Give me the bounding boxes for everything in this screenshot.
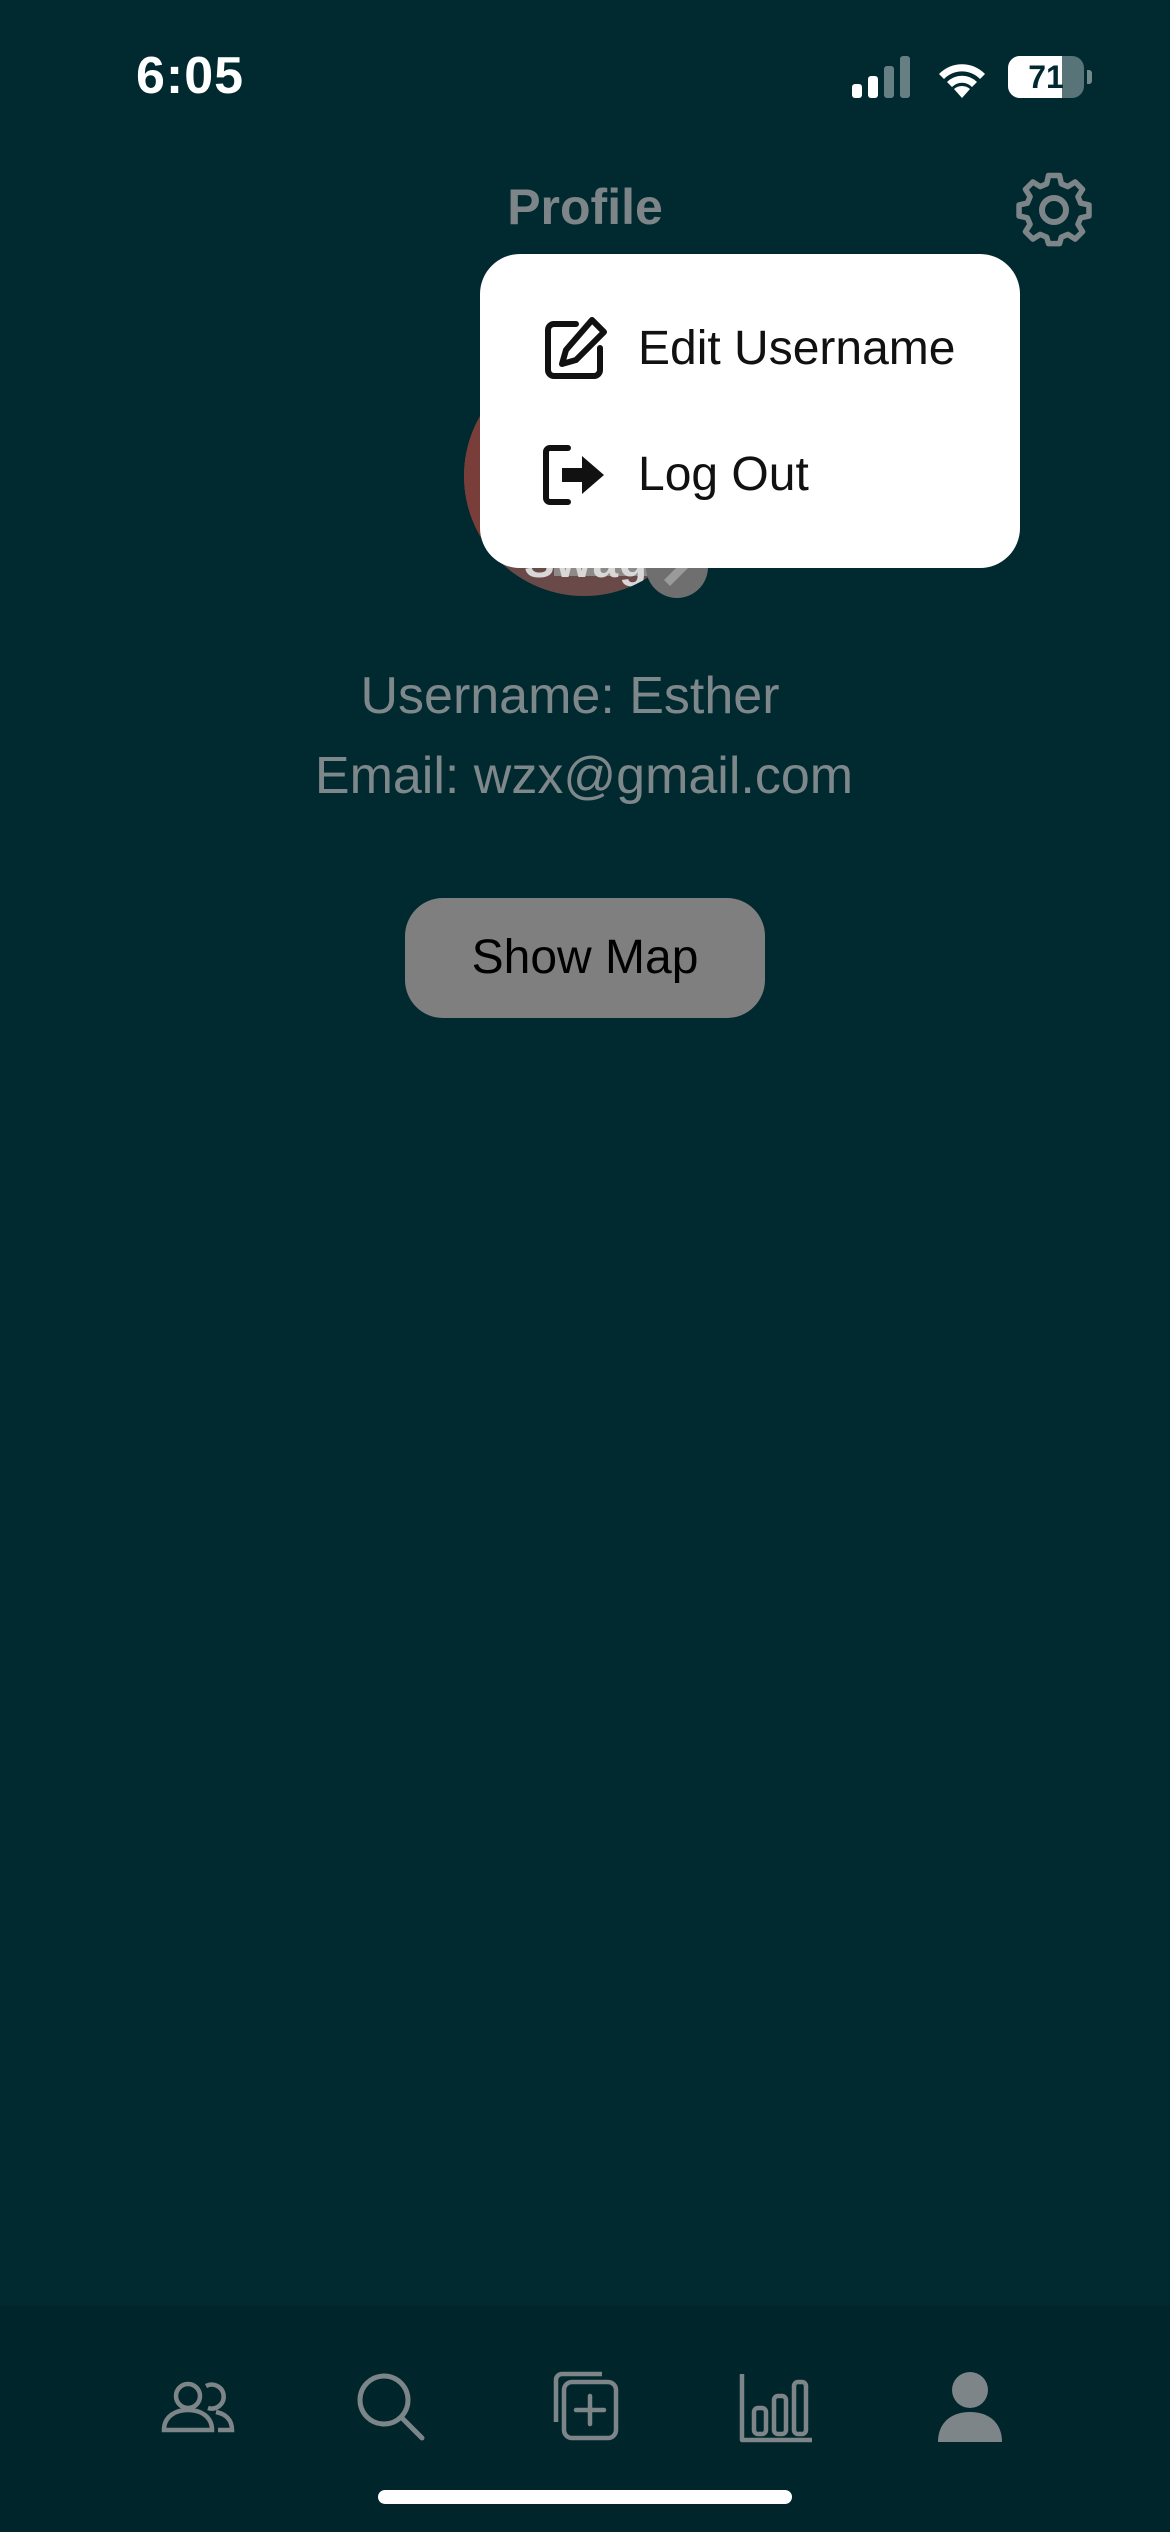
log-out-label: Log Out — [638, 448, 809, 501]
home-indicator — [378, 2490, 792, 2504]
stats-icon[interactable] — [736, 2366, 816, 2446]
add-post-icon[interactable] — [544, 2366, 624, 2446]
profile-screen: 6:05 71 Profile Swa — [0, 0, 1170, 2532]
battery-level: 71 — [1028, 59, 1064, 95]
status-time: 6:05 — [136, 47, 245, 105]
status-bar: 6:05 71 — [0, 0, 1170, 150]
search-icon[interactable] — [350, 2366, 430, 2446]
logout-icon — [543, 445, 604, 505]
edit-username-menu-item[interactable]: Edit Username — [480, 294, 1020, 404]
log-out-menu-item[interactable]: Log Out — [480, 420, 1020, 530]
show-map-button[interactable]: Show Map — [405, 898, 765, 1018]
page-title: Profile — [507, 179, 663, 235]
edit-icon — [545, 317, 607, 379]
profile-icon[interactable] — [930, 2366, 1010, 2446]
settings-gear-icon[interactable] — [1014, 170, 1094, 250]
battery-indicator: 71 — [1008, 56, 1092, 98]
friends-icon[interactable] — [158, 2366, 238, 2446]
cellular-signal-icon — [852, 56, 910, 98]
edit-username-label: Edit Username — [638, 322, 956, 375]
username-text: Username: Esther — [360, 667, 780, 725]
email-text: Email: wzx@gmail.com — [314, 747, 854, 805]
wifi-icon — [939, 64, 985, 98]
